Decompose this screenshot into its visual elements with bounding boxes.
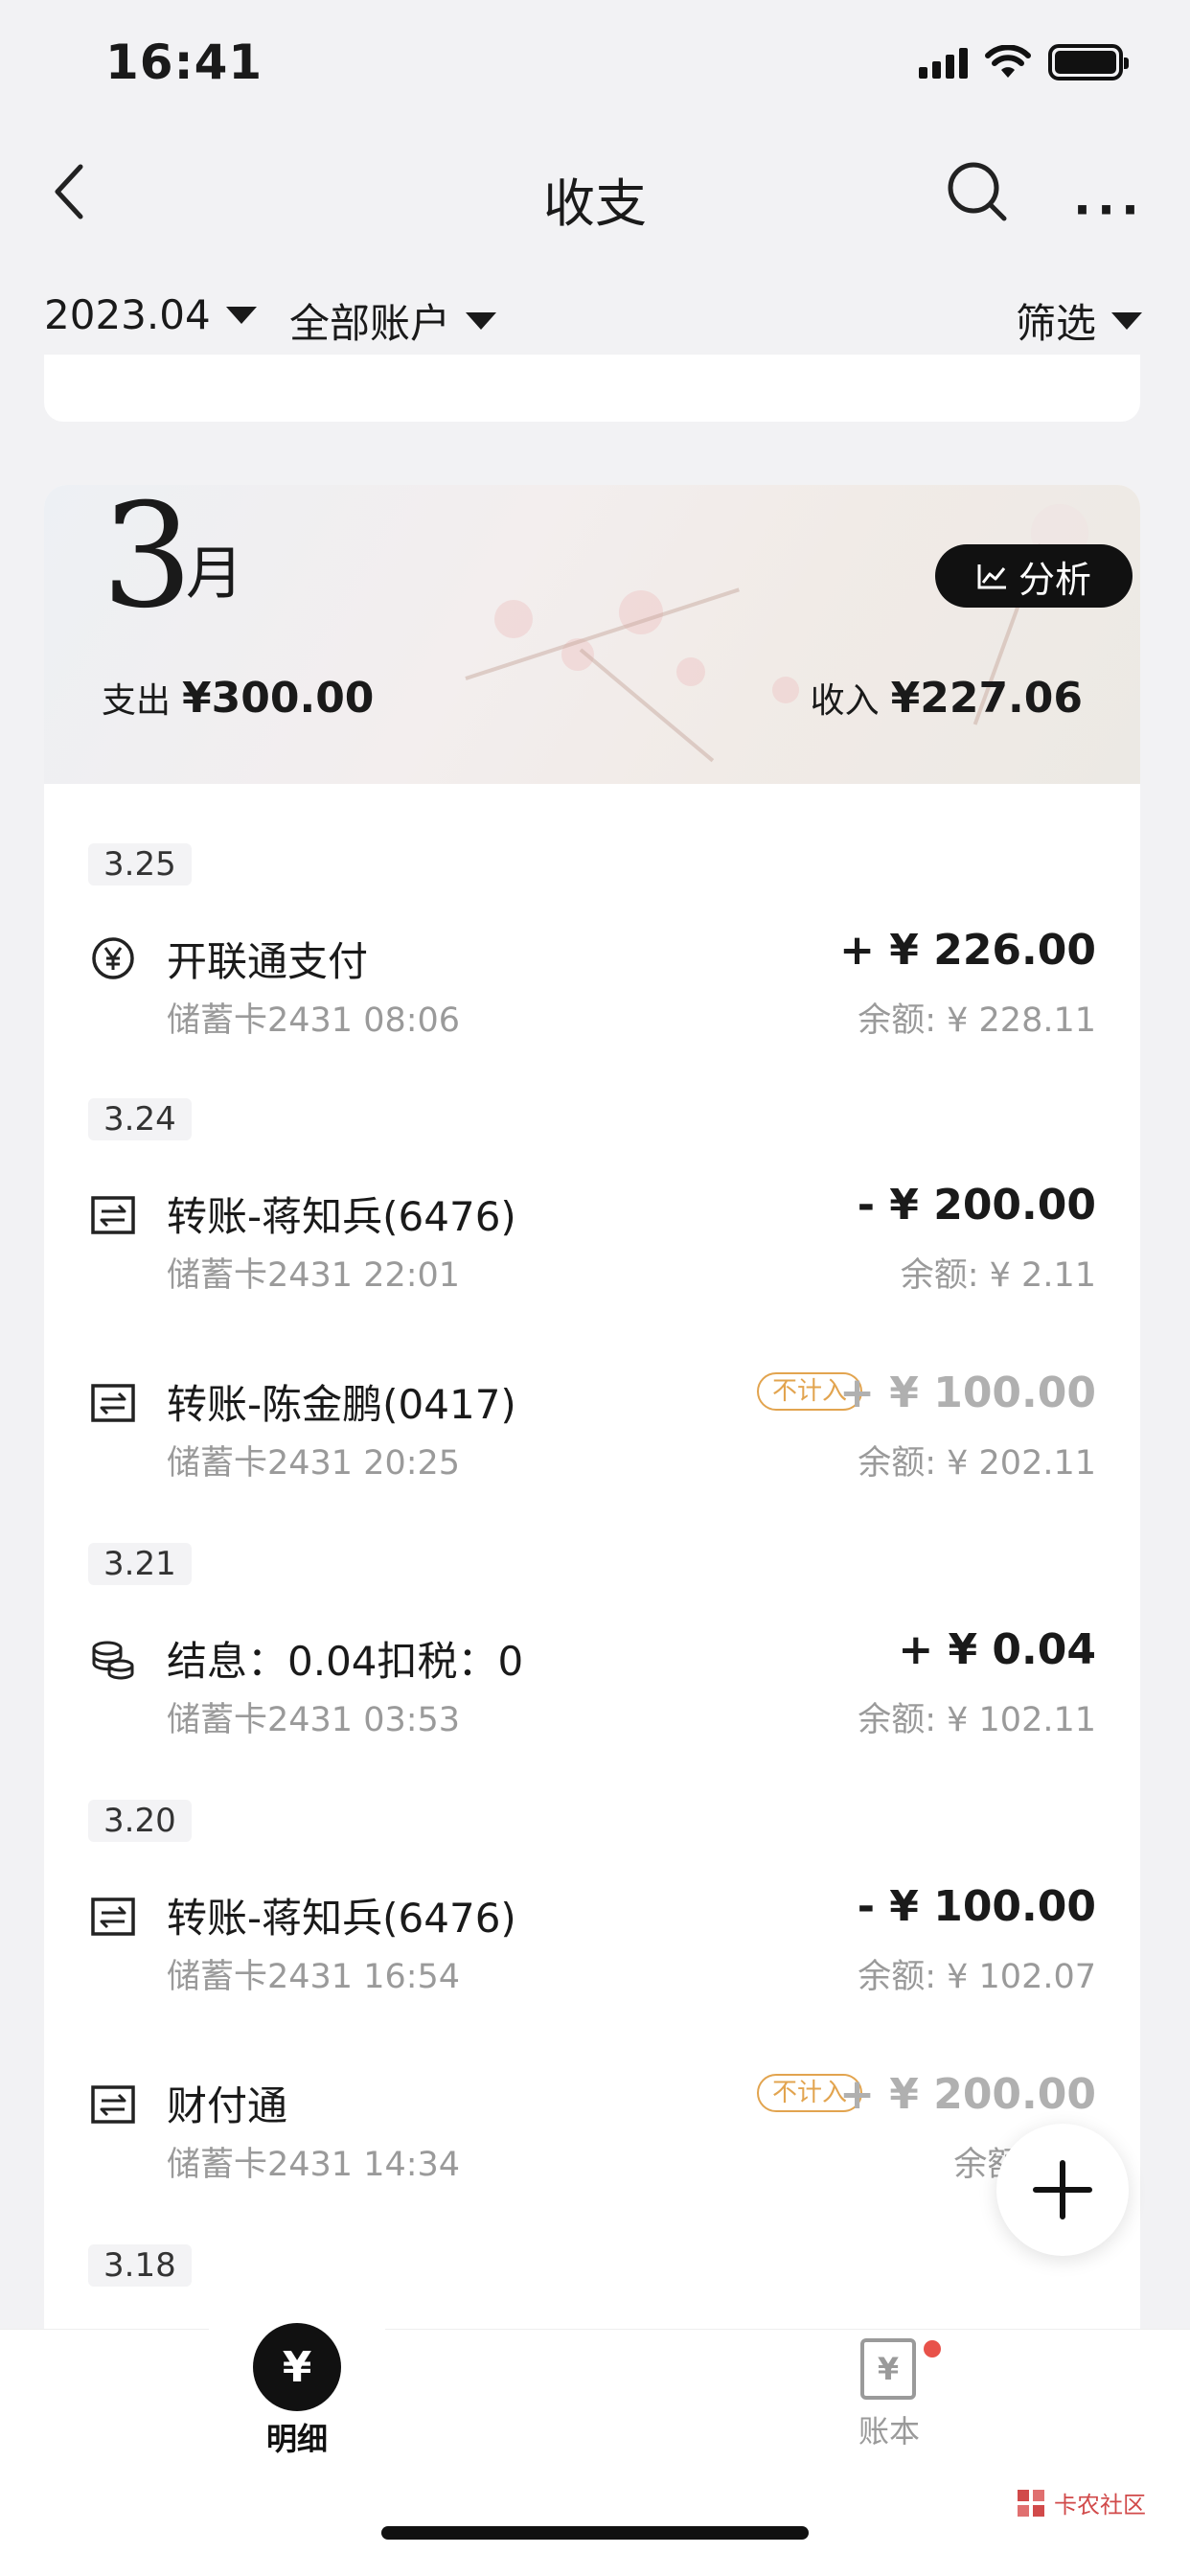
- transfer-icon: [91, 2085, 135, 2124]
- plus-icon: [1033, 2160, 1092, 2220]
- battery-icon: [1048, 44, 1129, 80]
- receipt-icon: ¥: [282, 2342, 312, 2392]
- expense-label: 支出: [102, 681, 172, 721]
- transaction-title[interactable]: 开联通支付: [167, 930, 368, 988]
- transaction-subtitle: 储蓄卡2431 08:06: [167, 1001, 461, 1040]
- transaction-balance: 余额: ¥ 2.11: [900, 1256, 1096, 1295]
- previous-card: [44, 355, 1140, 422]
- tab-detail[interactable]: 明细: [201, 2415, 393, 2459]
- date-tag: 3.20: [88, 1800, 192, 1842]
- month-header: 3 月 分析 支出 ¥300.00 收入 ¥227.06: [44, 485, 1140, 784]
- transaction-amount: + ¥ 226.00: [839, 926, 1096, 975]
- search-icon[interactable]: [945, 159, 1010, 224]
- caret-down-icon: [225, 306, 257, 324]
- month-card: 3 月 分析 支出 ¥300.00 收入 ¥227.06 3.25 开联通支付 …: [44, 485, 1140, 2402]
- cellular-signal-icon: [919, 46, 968, 79]
- yuan-circle-icon: [92, 937, 134, 979]
- transaction-amount: - ¥ 100.00: [857, 1882, 1096, 1931]
- transaction-balance: 余额: ¥ 102.11: [858, 1701, 1096, 1739]
- tab-detail-icon[interactable]: ¥: [253, 2323, 341, 2411]
- transaction-title[interactable]: 转账-陈金鹏(0417): [167, 1372, 516, 1431]
- income-amount: ¥227.06: [890, 674, 1083, 723]
- transaction-amount: + ¥ 100.00: [839, 1368, 1096, 1417]
- transaction-title[interactable]: 转账-蒋知兵(6476): [167, 1184, 516, 1243]
- tab-ledger[interactable]: 账本: [793, 2407, 985, 2451]
- ledger-icon-glyph: ¥: [877, 2351, 900, 2387]
- transaction-balance: 余额: ¥ 228.11: [858, 1001, 1096, 1040]
- date-tag: 3.25: [88, 843, 192, 886]
- notification-dot: [924, 2340, 941, 2358]
- coins-icon: [92, 1641, 134, 1680]
- month-unit: 月: [186, 540, 243, 608]
- transaction-amount: + ¥ 0.04: [898, 1625, 1096, 1674]
- more-icon[interactable]: ···: [1073, 182, 1145, 238]
- income-summary: 收入 ¥227.06: [811, 673, 1083, 723]
- date-tag: 3.18: [88, 2244, 192, 2287]
- page-title: 收支: [543, 173, 647, 234]
- analysis-button[interactable]: 分析: [935, 544, 1133, 608]
- date-tag: 3.24: [88, 1098, 192, 1140]
- transaction-subtitle: 储蓄卡2431 16:54: [167, 1958, 461, 1996]
- expense-amount: ¥300.00: [182, 674, 375, 723]
- account-selector-label: 全部账户: [289, 300, 451, 347]
- transfer-icon: [91, 1898, 135, 1936]
- transaction-balance: 余额: ¥ 202.11: [858, 1444, 1096, 1483]
- transaction-subtitle: 储蓄卡2431 20:25: [167, 1444, 461, 1483]
- transaction-amount: + ¥ 200.00: [839, 2070, 1096, 2119]
- transfer-icon: [91, 1196, 135, 1234]
- transaction-title[interactable]: 财付通: [167, 2074, 287, 2132]
- transaction-title[interactable]: 转账-蒋知兵(6476): [167, 1886, 516, 1944]
- expense-summary: 支出 ¥300.00: [102, 673, 374, 723]
- income-label: 收入: [810, 681, 880, 721]
- caret-down-icon: [1111, 311, 1143, 330]
- status-icons: [919, 44, 1129, 80]
- transaction-amount: - ¥ 200.00: [857, 1181, 1096, 1230]
- filter-button-label: 筛选: [1016, 300, 1097, 347]
- date-tag: 3.21: [88, 1543, 192, 1585]
- month-number: 3: [102, 485, 194, 640]
- trend-chart-icon: [977, 564, 1006, 589]
- status-time: 16:41: [105, 34, 263, 90]
- ledger-icon[interactable]: ¥: [860, 2338, 916, 2400]
- filter-button[interactable]: 筛选: [1016, 291, 1143, 350]
- transaction-subtitle: 储蓄卡2431 22:01: [167, 1256, 461, 1295]
- transaction-balance: 余额: ¥ 102.07: [858, 1958, 1096, 1996]
- account-selector[interactable]: 全部账户: [289, 291, 497, 350]
- analysis-label: 分析: [1018, 558, 1091, 601]
- transaction-subtitle: 储蓄卡2431 03:53: [167, 1701, 461, 1739]
- caret-down-icon: [466, 311, 497, 330]
- home-indicator: [381, 2526, 809, 2540]
- month-selector[interactable]: 2023.04: [44, 291, 257, 338]
- transfer-icon: [91, 1384, 135, 1422]
- wifi-icon: [985, 45, 1031, 78]
- watermark-logo-icon: [1018, 2489, 1044, 2517]
- watermark: 卡农社区: [1016, 2486, 1146, 2519]
- transaction-title[interactable]: 结息：0.04扣税：0: [167, 1629, 523, 1688]
- add-button[interactable]: [996, 2124, 1129, 2256]
- watermark-text: 卡农社区: [1054, 2492, 1146, 2518]
- transaction-subtitle: 储蓄卡2431 14:34: [167, 2146, 461, 2184]
- month-selector-label: 2023.04: [44, 291, 211, 338]
